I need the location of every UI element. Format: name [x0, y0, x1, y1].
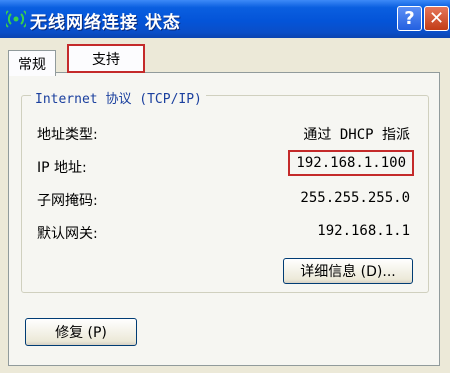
close-button[interactable]: ✕ — [424, 6, 449, 31]
repair-button[interactable]: 修复 (P) — [25, 318, 137, 346]
tab-support[interactable]: 支持 — [67, 44, 145, 73]
title-bar: 无线网络连接 状态 ? ✕ — [0, 0, 450, 38]
help-button[interactable]: ? — [397, 6, 422, 31]
ip-address-label: IP 地址: — [37, 160, 87, 176]
ip-address-value: 192.168.1.100 — [288, 150, 414, 176]
groupbox-legend: Internet 协议 (TCP/IP) — [31, 88, 206, 107]
subnet-mask-label: 子网掩码: — [37, 193, 98, 209]
default-gateway-label: 默认网关: — [37, 226, 98, 242]
details-button[interactable]: 详细信息 (D)... — [283, 258, 413, 284]
window-title: 无线网络连接 状态 — [30, 13, 181, 33]
wireless-network-icon — [6, 10, 26, 28]
address-type-label: 地址类型: — [37, 127, 98, 143]
default-gateway-value: 192.168.1.1 — [317, 223, 410, 239]
subnet-mask-value: 255.255.255.0 — [300, 190, 410, 206]
address-type-value: 通过 DHCP 指派 — [303, 127, 410, 143]
tab-general[interactable]: 常规 — [8, 50, 56, 76]
